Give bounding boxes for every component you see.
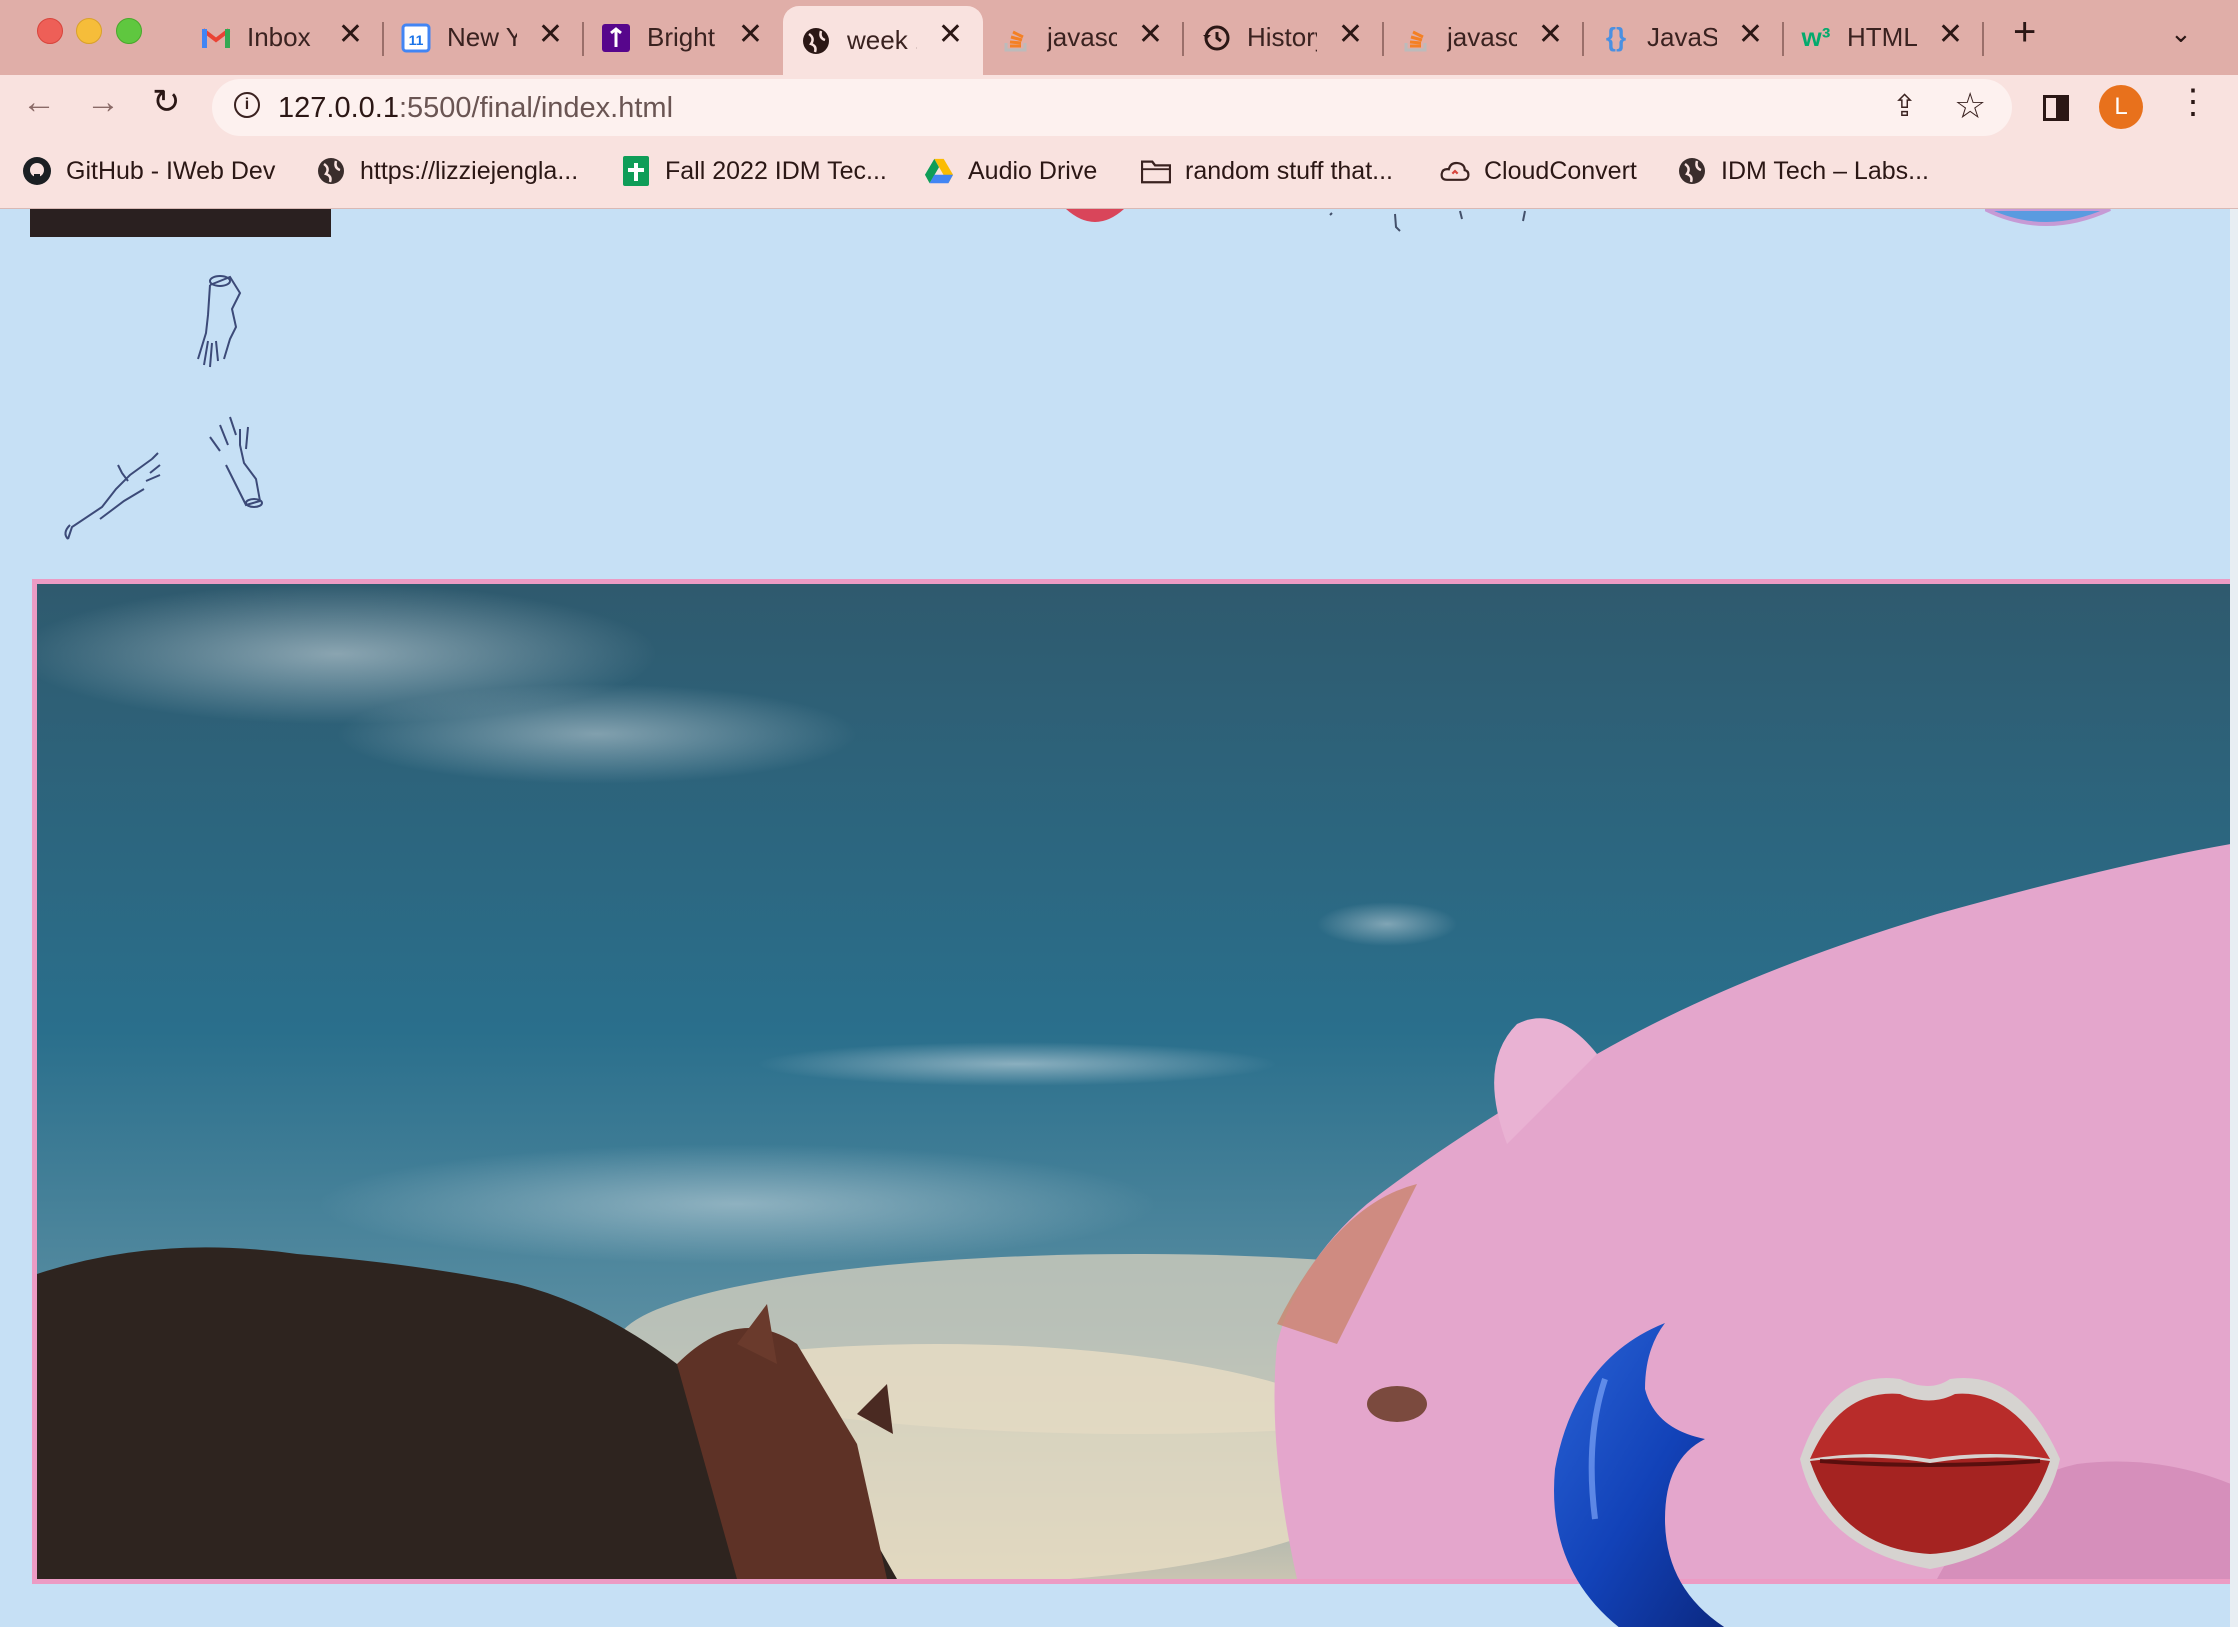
svg-text:11: 11 [409,32,424,48]
url-host: 127.0.0.1 [278,92,399,124]
kebab-menu-icon[interactable]: ⋮ [2176,85,2210,119]
vertical-scrollbar[interactable] [2230,209,2238,1627]
tab-label: New Y [447,22,517,52]
bookmark-label: Fall 2022 IDM Tec... [665,156,887,185]
bookmark-label: CloudConvert [1484,156,1637,185]
close-tab-icon[interactable]: ✕ [738,20,763,50]
red-lips [1800,1378,2060,1569]
close-tab-icon[interactable]: ✕ [1338,20,1363,50]
tab-label: week 1 [847,25,917,55]
globe-icon [801,26,831,56]
url-text[interactable]: 127.0.0.1:5500/final/index.html [278,92,673,125]
brightspace-icon [601,23,631,53]
braces-icon: {} [1605,22,1627,52]
tab-brightspace[interactable]: Bright ✕ [583,6,783,69]
bookmark-item[interactable]: Audio Drive [924,156,1097,186]
folder-icon [1141,156,1171,186]
tab-label: Bright [647,22,715,52]
drive-icon [924,156,954,186]
close-window-button[interactable] [37,18,63,44]
bookmark-item[interactable]: random stuff that... [1141,156,1393,186]
minimize-window-button[interactable] [76,18,102,44]
tab-label: javasc [1447,22,1517,52]
profile-avatar[interactable]: L [2099,85,2143,129]
gmail-icon [201,23,231,53]
address-bar[interactable]: i 127.0.0.1:5500/final/index.html ⇪ ☆ [212,79,2012,136]
tab-week-active[interactable]: week 1 ✕ [783,6,983,75]
bookmark-label: IDM Tech – Labs... [1721,156,1929,185]
w3schools-icon: w³ [1801,22,1831,52]
close-tab-icon[interactable]: ✕ [538,20,563,50]
sheets-icon [621,156,651,186]
heart-fragment [1066,209,1124,222]
bookmark-label: random stuff that... [1185,156,1393,185]
tab-label: JavaSc [1647,22,1717,52]
bookmark-star-icon[interactable]: ☆ [1954,85,1986,127]
tab-javascript[interactable]: {} JavaSc ✕ [1583,6,1783,69]
tab-stackoverflow-1[interactable]: javasc ✕ [983,6,1183,69]
globe-icon [1677,156,1707,186]
sketch-lines-fragment [1329,210,1526,232]
tab-stackoverflow-2[interactable]: javasc ✕ [1383,6,1583,69]
globe-icon [316,156,346,186]
bookmark-label: GitHub - IWeb Dev [66,156,276,185]
bookmark-label: https://lizziejengla... [360,156,579,185]
close-tab-icon[interactable]: ✕ [1138,20,1163,50]
tab-html[interactable]: w³ HTML ✕ [1783,6,1983,69]
back-arrow-icon[interactable]: ← [22,85,56,119]
chevron-down-icon[interactable]: ⌄ [2170,18,2192,49]
bookmark-item[interactable]: https://lizziejengla... [316,156,578,186]
new-tab-icon[interactable]: + [2013,12,2036,52]
url-path: :5500/final/index.html [398,92,674,124]
history-icon [1201,23,1231,53]
tab-label: History [1247,22,1317,52]
blue-crescent-moon [1554,1323,1725,1627]
close-tab-icon[interactable]: ✕ [1938,20,1963,50]
tab-calendar[interactable]: 11 New Y ✕ [383,6,583,69]
forward-arrow-icon[interactable]: → [86,85,120,119]
bookmark-item[interactable]: GitHub - IWeb Dev [22,156,275,186]
github-icon [22,156,52,186]
tab-label: Inbox ( [247,22,317,52]
tab-history[interactable]: History ✕ [1183,6,1383,69]
top-image-fragment [30,209,331,237]
stackoverflow-icon [1001,23,1031,53]
bookmark-label: Audio Drive [968,156,1098,185]
site-info-icon[interactable]: i [234,92,260,118]
bookmark-item[interactable]: CloudConvert [1440,156,1637,186]
close-tab-icon[interactable]: ✕ [1538,20,1563,50]
reload-icon[interactable]: ↻ [152,85,181,119]
tab-label: javasc [1047,22,1117,52]
bookmarks-bar: GitHub - IWeb Dev https://lizziejengla..… [0,140,2238,209]
hands-illustration [64,275,263,540]
page-viewport [0,209,2230,1627]
tab-strip: Inbox ( ✕ 11 New Y ✕ Bright ✕ week 1 ✕ j… [0,0,2238,75]
bookmark-item[interactable]: IDM Tech – Labs... [1677,156,1929,186]
close-tab-icon[interactable]: ✕ [338,20,363,50]
close-tab-icon[interactable]: ✕ [938,20,963,50]
close-tab-icon[interactable]: ✕ [1738,20,1763,50]
calendar-icon: 11 [401,23,431,53]
bookmark-item[interactable]: Fall 2022 IDM Tec... [621,156,887,186]
stackoverflow-icon [1401,23,1431,53]
toolbar: ← → ↻ i 127.0.0.1:5500/final/index.html … [0,75,2238,140]
tab-gmail[interactable]: Inbox ( ✕ [183,6,383,69]
share-icon[interactable]: ⇪ [1892,89,1917,124]
maximize-window-button[interactable] [116,18,142,44]
blue-blob-fragment [1985,209,2111,226]
tab-label: HTML [1847,22,1917,52]
side-panel-icon[interactable] [2043,95,2069,121]
cloud-icon [1440,156,1470,186]
